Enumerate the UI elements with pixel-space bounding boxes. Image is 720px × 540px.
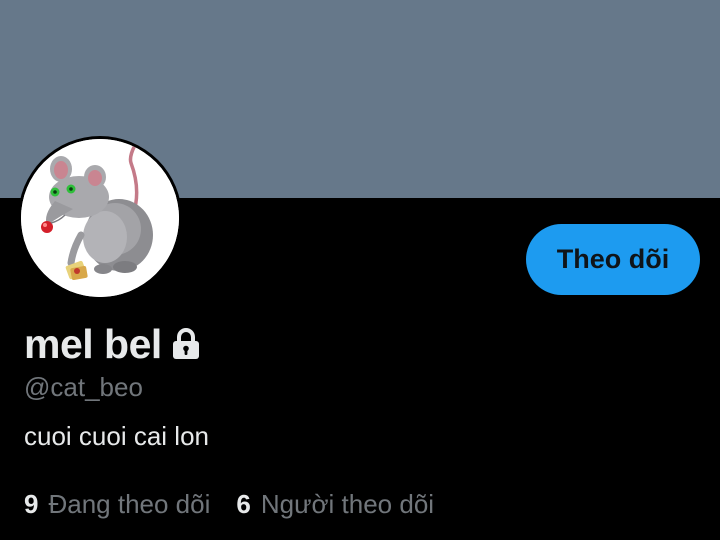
- profile-bio: cuoi cuoi cai lon: [24, 421, 209, 451]
- profile-stats: 9 Đang theo dõi 6 Người theo dõi: [24, 486, 434, 522]
- following-label: Đang theo dõi: [48, 488, 211, 519]
- following-stat[interactable]: 9 Đang theo dõi: [24, 489, 210, 520]
- follow-button[interactable]: Theo dõi: [526, 224, 700, 295]
- followers-stat[interactable]: 6 Người theo dõi: [236, 489, 434, 520]
- lock-icon: [170, 327, 202, 361]
- profile-page: Theo dõi mel bel @cat_beo cuoi cuoi cai …: [0, 0, 720, 540]
- profile-name-row: mel bel: [24, 320, 202, 368]
- following-count: 9: [24, 488, 39, 519]
- display-name: mel bel: [24, 321, 162, 367]
- profile-handle: @cat_beo: [24, 372, 143, 402]
- followers-label: Người theo dõi: [260, 488, 435, 519]
- avatar[interactable]: [21, 139, 179, 297]
- rat-avatar-image: [21, 139, 179, 297]
- followers-count: 6: [236, 488, 251, 519]
